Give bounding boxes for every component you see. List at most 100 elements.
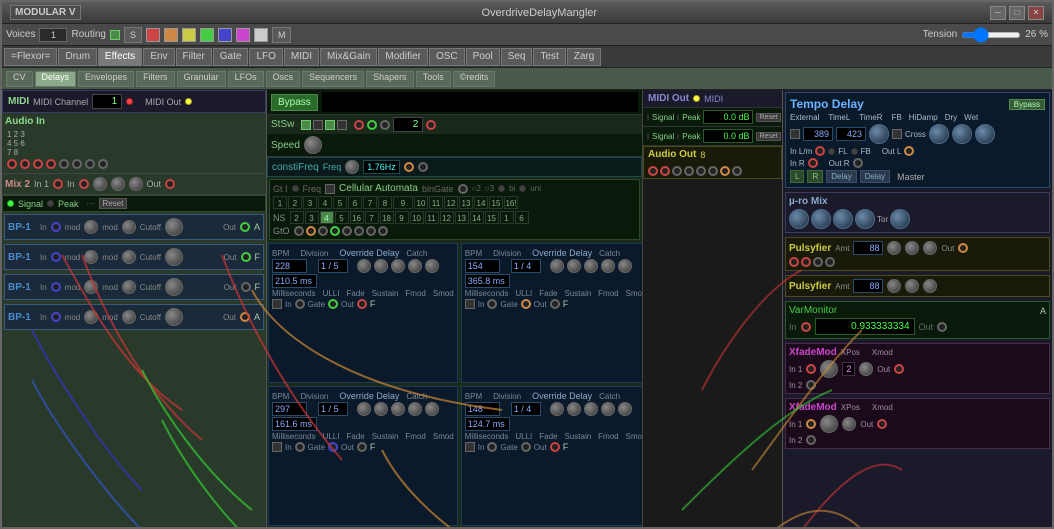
close-button[interactable]: ✕ — [1028, 6, 1044, 20]
od1-knob1[interactable] — [357, 259, 371, 273]
mod-tab-cv[interactable]: CV — [6, 71, 33, 87]
s-button[interactable]: S — [124, 27, 142, 43]
od2-knob2[interactable] — [567, 259, 581, 273]
od3-knob2[interactable] — [374, 402, 388, 416]
puls2-knob3[interactable] — [923, 279, 937, 293]
mod-tab-tools[interactable]: Tools — [416, 71, 451, 87]
od2-gate-jack[interactable] — [521, 299, 531, 309]
od1-ms-input[interactable] — [272, 274, 317, 288]
bp2-mod1-knob[interactable] — [84, 250, 98, 264]
restore-button[interactable]: □ — [1009, 6, 1025, 20]
puls1-knob1[interactable] — [887, 241, 901, 255]
od1-knob4[interactable] — [408, 259, 422, 273]
bp4-mod1-knob[interactable] — [84, 310, 98, 324]
td-dry-knob[interactable] — [952, 124, 972, 144]
od1-knob5[interactable] — [425, 259, 439, 273]
aout-jack5[interactable] — [696, 166, 706, 176]
xfm2-out-jack[interactable] — [877, 419, 887, 429]
od2-bpm-input[interactable] — [465, 259, 500, 273]
od1-gate-jack[interactable] — [328, 299, 338, 309]
td-cross-toggle[interactable] — [892, 129, 902, 139]
ca-gto-jack4[interactable] — [330, 226, 340, 236]
aout-jack8[interactable] — [732, 166, 742, 176]
tab-pool[interactable]: Pool — [466, 48, 500, 66]
mm-knob5[interactable] — [890, 209, 910, 229]
color-btn-6[interactable] — [236, 28, 250, 42]
od4-bpm-input[interactable] — [465, 402, 500, 416]
mix2-in1-jack[interactable] — [53, 179, 63, 189]
stsw-jack4[interactable] — [426, 120, 436, 130]
mod-tab-sequencers[interactable]: Sequencers — [302, 71, 364, 87]
puls1-knob3[interactable] — [923, 241, 937, 255]
puls2-knob2[interactable] — [905, 279, 919, 293]
od2-out-jack[interactable] — [550, 299, 560, 309]
jack-8[interactable] — [98, 159, 108, 169]
bp4-mod2-knob[interactable] — [122, 310, 136, 324]
td-hidamp-knob[interactable] — [929, 124, 949, 144]
bp3-in-jack[interactable] — [51, 282, 61, 292]
routing-toggle[interactable] — [110, 30, 120, 40]
aout-jack1[interactable] — [648, 166, 658, 176]
mix2-in2-jack[interactable] — [79, 179, 89, 189]
xfm2-knob2[interactable] — [842, 417, 856, 431]
bypass-button[interactable]: Bypass — [271, 94, 318, 111]
od4-knob2[interactable] — [567, 402, 581, 416]
mod-tab-shapers[interactable]: Shapers — [366, 71, 414, 87]
ca-gto-jack1[interactable] — [294, 226, 304, 236]
aout-jack6[interactable] — [708, 166, 718, 176]
od4-knob3[interactable] — [584, 402, 598, 416]
tab-seq[interactable]: Seq — [501, 48, 533, 66]
td-ext-toggle[interactable] — [790, 129, 800, 139]
jack-6[interactable] — [72, 159, 82, 169]
od1-out-jack[interactable] — [357, 299, 367, 309]
mix2-out-jack[interactable] — [165, 179, 175, 189]
tab-test[interactable]: Test — [533, 48, 565, 66]
stsw-t3[interactable] — [325, 120, 335, 130]
mod-tab-filters[interactable]: Filters — [136, 71, 175, 87]
bp3-mod2-knob[interactable] — [122, 280, 136, 294]
od4-knob4[interactable] — [601, 402, 615, 416]
jack-5[interactable] — [59, 159, 69, 169]
color-btn-5[interactable] — [218, 28, 232, 42]
od3-out-jack[interactable] — [357, 442, 367, 452]
mm-knob3[interactable] — [833, 209, 853, 229]
xfm2-in2-jack[interactable] — [806, 435, 816, 445]
bp2-out-jack[interactable] — [241, 252, 251, 262]
od3-ms-input[interactable] — [272, 417, 317, 431]
constfreq-jack1[interactable] — [404, 162, 414, 172]
color-btn-4[interactable] — [200, 28, 214, 42]
speed-knob[interactable] — [304, 136, 322, 154]
od1-knob3[interactable] — [391, 259, 405, 273]
xfm1-out-jack[interactable] — [894, 364, 904, 374]
stsw-jack2[interactable] — [367, 120, 377, 130]
tab-zarg[interactable]: Zarg — [567, 48, 602, 66]
od4-div-input[interactable] — [511, 402, 541, 416]
vm-in-jack[interactable] — [801, 322, 811, 332]
tab-midi[interactable]: MIDI — [284, 48, 319, 66]
vm-out-jack[interactable] — [937, 322, 947, 332]
od1-in-jack[interactable] — [295, 299, 305, 309]
td-delay-btn[interactable]: Delay — [826, 170, 856, 183]
jack-7[interactable] — [85, 159, 95, 169]
td-delay-btn2[interactable]: Delay — [860, 170, 890, 183]
od1-knob2[interactable] — [374, 259, 388, 273]
od4-toggle[interactable] — [465, 442, 475, 452]
td-fb-knob[interactable] — [869, 124, 889, 144]
peak1-reset-btn[interactable]: Reset — [756, 113, 780, 122]
od2-toggle[interactable] — [465, 299, 475, 309]
stsw-jack1[interactable] — [354, 120, 364, 130]
bp3-mod1-knob[interactable] — [84, 280, 98, 294]
bp3-cutoff-knob[interactable] — [165, 278, 183, 296]
td-l-btn[interactable]: L — [790, 170, 804, 183]
ca-toggle[interactable] — [325, 184, 335, 194]
bp4-cutoff-knob[interactable] — [165, 308, 183, 326]
tab-flexor[interactable]: =Flexor= — [4, 48, 57, 66]
od3-knob4[interactable] — [408, 402, 422, 416]
ca-jack1[interactable] — [458, 184, 468, 194]
od1-div-input[interactable] — [318, 259, 348, 273]
ca-gto-jack3[interactable] — [318, 226, 328, 236]
od2-knob5[interactable] — [618, 259, 632, 273]
stsw-t4[interactable] — [337, 120, 347, 130]
od1-bpm-input[interactable] — [272, 259, 307, 273]
mm-knob2[interactable] — [811, 209, 831, 229]
